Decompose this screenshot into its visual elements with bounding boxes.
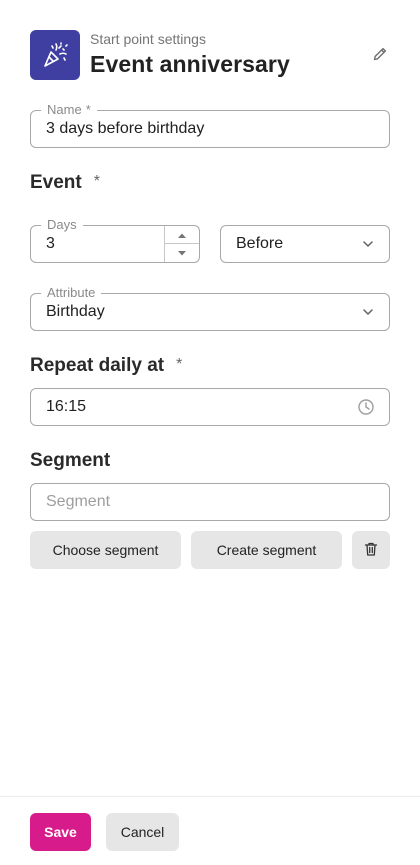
required-mark: *	[93, 173, 100, 190]
settings-header: Start point settings Event anniversary	[30, 30, 390, 80]
create-segment-button[interactable]: Create segment	[191, 531, 342, 569]
repeat-title-label: Repeat daily at	[30, 355, 165, 376]
repeat-section-title: Repeat daily at *	[30, 355, 182, 377]
choose-segment-button[interactable]: Choose segment	[30, 531, 181, 569]
name-field-value: 3 days before birthday	[46, 120, 205, 137]
save-button[interactable]: Save	[30, 813, 91, 851]
stepper-up-button[interactable]	[165, 226, 199, 244]
clock-icon[interactable]	[357, 398, 375, 416]
direction-select-value: Before	[236, 235, 284, 252]
caret-up-icon	[177, 226, 187, 244]
required-mark: *	[176, 356, 183, 373]
event-title-label: Event	[30, 172, 82, 193]
page-title: Event anniversary	[90, 51, 290, 77]
segment-input-placeholder: Segment	[46, 493, 111, 510]
delete-segment-button[interactable]	[352, 531, 390, 569]
edit-button[interactable]	[370, 46, 390, 66]
footer-bar: Save Cancel	[0, 796, 420, 865]
time-field-value: 16:15	[46, 398, 87, 415]
cancel-button[interactable]: Cancel	[106, 813, 179, 851]
header-subtitle: Start point settings	[90, 31, 206, 47]
chevron-down-icon	[361, 305, 375, 319]
event-section-title: Event *	[30, 172, 100, 194]
chevron-down-icon	[361, 237, 375, 251]
days-field-value: 3	[46, 235, 55, 252]
party-popper-icon	[30, 30, 80, 80]
pencil-icon	[372, 46, 388, 67]
days-stepper	[164, 226, 199, 262]
days-field[interactable]: Days 3	[30, 217, 200, 263]
attribute-select-value: Birthday	[46, 303, 105, 320]
trash-icon	[363, 541, 379, 560]
attribute-select[interactable]: Attribute Birthday	[30, 285, 390, 331]
segment-section-title: Segment	[30, 450, 111, 471]
stepper-down-button[interactable]	[165, 244, 199, 262]
time-field[interactable]: 16:15	[30, 388, 390, 426]
caret-down-icon	[177, 244, 187, 262]
direction-select[interactable]: Before	[220, 225, 390, 263]
segment-input[interactable]: Segment	[30, 483, 390, 521]
name-field[interactable]: Name * 3 days before birthday	[30, 102, 390, 148]
